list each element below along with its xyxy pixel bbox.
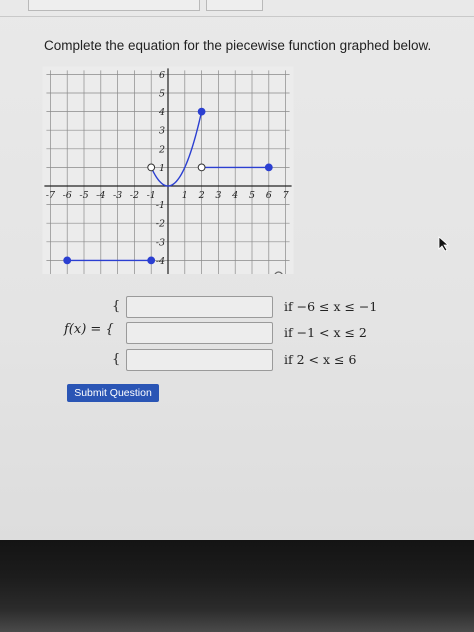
y-tick-label: -3 — [156, 237, 165, 248]
x-tick-label: -7 — [46, 190, 56, 201]
divider — [0, 16, 474, 17]
y-tick-label: -4 — [156, 256, 165, 267]
answer-input-1[interactable] — [126, 296, 273, 318]
x-tick-label: 2 — [198, 190, 205, 201]
closed-endpoint — [63, 256, 72, 265]
monitor-bezel — [0, 540, 474, 632]
condition-1: if −6 ≤ x ≤ −1 — [284, 299, 378, 314]
x-tick-label: -2 — [130, 190, 139, 201]
piece-row-3: { if 2 < x ≤ 6 — [0, 349, 474, 373]
top-field-box — [28, 0, 200, 11]
graph-svg: -7-6-5-4-3-2-11234567654321-1-2-3-4-5 — [42, 66, 294, 274]
answer-input-3[interactable] — [126, 349, 273, 371]
x-tick-label: 7 — [283, 190, 290, 201]
y-tick-label: -2 — [156, 219, 165, 230]
x-tick-label: 1 — [182, 190, 188, 201]
question-text: Complete the equation for the piecewise … — [44, 38, 432, 53]
mouse-cursor-icon — [438, 236, 450, 252]
piecewise-graph: -7-6-5-4-3-2-11234567654321-1-2-3-4-5 — [40, 62, 295, 274]
x-tick-label: -5 — [79, 190, 88, 201]
x-tick-label: 5 — [249, 190, 255, 201]
piece-row-2: if −1 < x ≤ 2 — [0, 322, 474, 346]
y-tick-label: -1 — [156, 200, 165, 211]
y-tick-label: 4 — [158, 107, 165, 118]
y-tick-label: 3 — [159, 126, 165, 137]
x-tick-label: 4 — [231, 190, 238, 201]
screen: Complete the equation for the piecewise … — [0, 0, 474, 540]
y-tick-label: 5 — [159, 89, 165, 100]
brace: { — [112, 299, 121, 314]
piece-row-1: { if −6 ≤ x ≤ −1 — [0, 296, 474, 320]
y-tick-label: 6 — [159, 70, 165, 81]
submit-question-button[interactable]: Submit Question — [67, 384, 159, 402]
closed-endpoint — [147, 256, 156, 265]
closed-endpoint — [197, 107, 206, 116]
y-tick-label: 2 — [158, 144, 165, 155]
y-tick-label: 1 — [159, 163, 165, 174]
x-tick-label: -1 — [147, 190, 156, 201]
condition-2: if −1 < x ≤ 2 — [284, 325, 367, 340]
x-tick-label: -3 — [113, 190, 122, 201]
top-small-box — [206, 0, 263, 11]
answer-input-2[interactable] — [126, 322, 273, 344]
x-tick-label: -6 — [63, 190, 72, 201]
open-endpoint — [197, 163, 206, 172]
x-tick-label: -4 — [96, 190, 105, 201]
open-endpoint — [147, 163, 156, 172]
x-tick-label: 6 — [266, 190, 272, 201]
condition-3: if 2 < x ≤ 6 — [284, 352, 357, 367]
brace: { — [112, 352, 121, 367]
closed-endpoint — [264, 163, 273, 172]
x-tick-label: 3 — [215, 190, 221, 201]
